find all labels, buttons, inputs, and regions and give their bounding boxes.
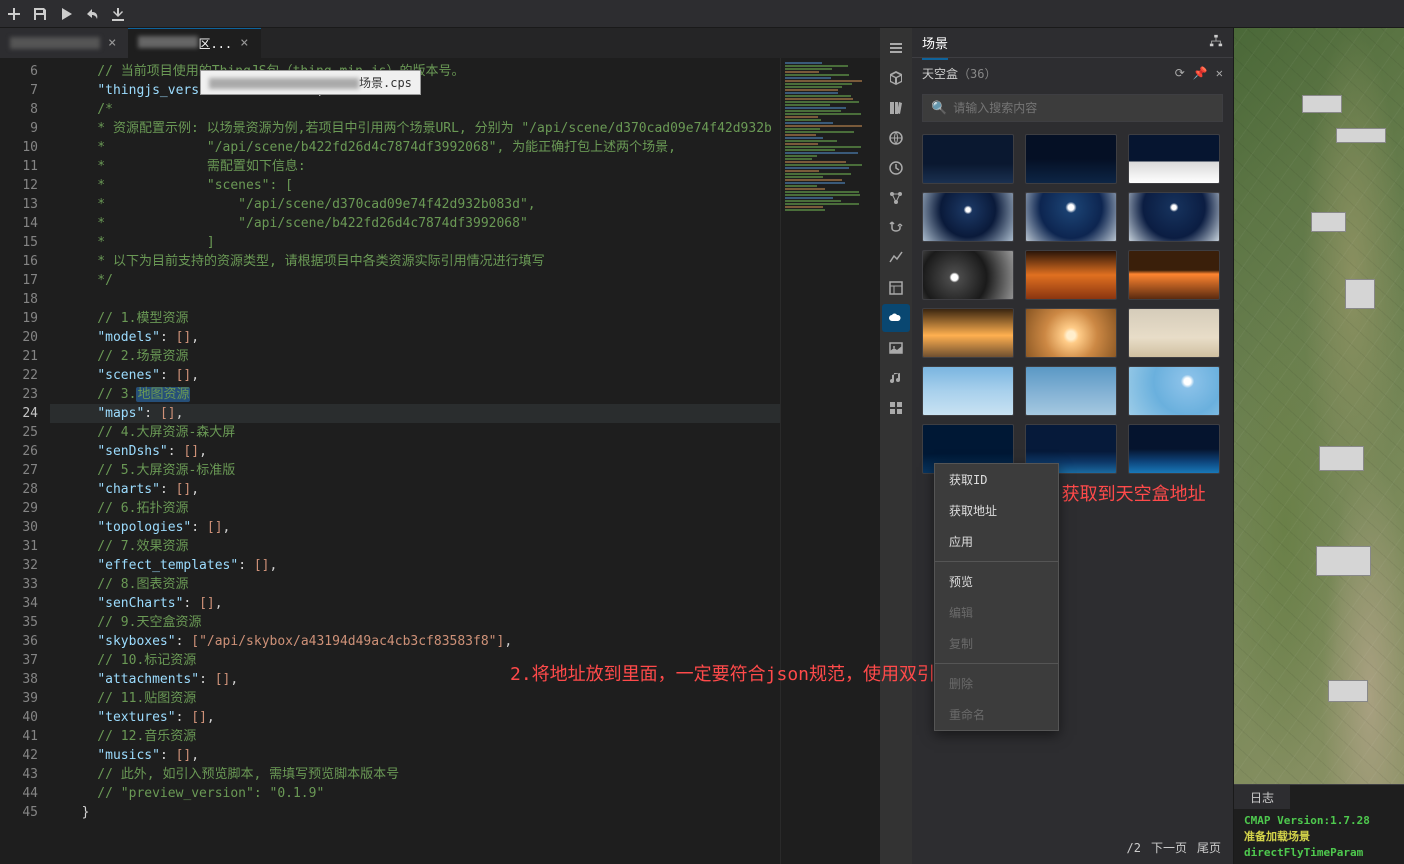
skybox-thumb[interactable]: [1128, 366, 1220, 416]
skybox-thumb[interactable]: [1025, 366, 1117, 416]
last-page[interactable]: 尾页: [1197, 839, 1221, 856]
chart-icon[interactable]: [882, 244, 910, 272]
skybox-thumb[interactable]: [1025, 134, 1117, 184]
editor-tabs: × 区... ×: [0, 28, 880, 58]
skybox-thumb[interactable]: [1025, 250, 1117, 300]
line-gutter: 6789101112131415161718192021222324252627…: [0, 58, 50, 864]
search-input[interactable]: [953, 101, 1214, 115]
section-header: 天空盒（36） ⟳ 📌 ✕: [912, 58, 1233, 88]
menu-copy: 复制: [935, 628, 1058, 659]
close-icon[interactable]: ×: [238, 35, 250, 51]
search-icon: 🔍: [931, 101, 947, 116]
next-page[interactable]: 下一页: [1151, 839, 1187, 856]
image-icon[interactable]: [882, 334, 910, 362]
code-editor[interactable]: // 当前项目使用的ThingJS包（thing.min.js）的版本号。 "t…: [50, 58, 780, 864]
save-icon[interactable]: [32, 6, 48, 22]
skybox-thumb[interactable]: [922, 366, 1014, 416]
editor-tab[interactable]: ×: [0, 28, 128, 58]
section-title: 天空盒（36）: [922, 65, 996, 82]
resource-icon-rail: [880, 28, 912, 864]
play-icon[interactable]: [58, 6, 74, 22]
close-icon[interactable]: ✕: [1216, 66, 1223, 80]
hierarchy-icon[interactable]: [1209, 34, 1223, 52]
music-icon[interactable]: [882, 364, 910, 392]
log-tabs: 日志: [1234, 785, 1404, 809]
menu-delete: 删除: [935, 668, 1058, 699]
download-icon[interactable]: [110, 6, 126, 22]
top-toolbar: [0, 0, 1404, 28]
share-icon[interactable]: [84, 6, 100, 22]
menu-apply[interactable]: 应用: [935, 526, 1058, 557]
skybox-thumb[interactable]: [922, 308, 1014, 358]
minimap[interactable]: [780, 58, 880, 864]
editor-tab[interactable]: 区... ×: [128, 28, 260, 58]
menu-get-id[interactable]: 获取ID: [935, 464, 1058, 495]
menu-rename: 重命名: [935, 699, 1058, 730]
context-menu: 获取ID 获取地址 应用 预览 编辑 复制 删除 重命名: [934, 463, 1059, 731]
skybox-thumb[interactable]: [1128, 424, 1220, 474]
log-panel: 日志 CMAP Version:1.7.28准备加载场景directFlyTim…: [1234, 784, 1404, 864]
tab-label: 区...: [138, 35, 232, 52]
skybox-thumb[interactable]: [1025, 192, 1117, 242]
skybox-thumb[interactable]: [1128, 308, 1220, 358]
menu-preview[interactable]: 预览: [935, 566, 1058, 597]
plus-icon[interactable]: [6, 6, 22, 22]
refresh-icon[interactable]: ⟳: [1175, 66, 1185, 80]
annotation-2: 2.将地址放到里面，一定要符合json规范，使用双引号: [510, 660, 953, 686]
settings-icon[interactable]: [882, 34, 910, 62]
skybox-thumb[interactable]: [922, 134, 1014, 184]
search-box[interactable]: 🔍: [922, 94, 1223, 122]
nodes-icon[interactable]: [882, 184, 910, 212]
library-icon[interactable]: [882, 94, 910, 122]
cloud-icon[interactable]: [882, 304, 910, 332]
menu-get-url[interactable]: 获取地址: [935, 495, 1058, 526]
cube-icon[interactable]: [882, 64, 910, 92]
panel-tab-scene[interactable]: 场景: [922, 33, 948, 60]
skybox-thumb[interactable]: [1128, 192, 1220, 242]
grid-icon[interactable]: [882, 394, 910, 422]
skybox-thumb[interactable]: [1128, 250, 1220, 300]
branch-icon[interactable]: [882, 214, 910, 242]
tab-tooltip: 场景.cps: [200, 70, 421, 95]
globe-icon[interactable]: [882, 124, 910, 152]
menu-edit: 编辑: [935, 597, 1058, 628]
panel-header: 场景: [912, 28, 1233, 58]
skybox-thumb[interactable]: [922, 250, 1014, 300]
skybox-thumb[interactable]: [1025, 308, 1117, 358]
pagination: /2 下一页 尾页: [912, 831, 1233, 864]
tab-label: [10, 37, 100, 49]
pin-icon[interactable]: 📌: [1193, 66, 1208, 80]
editor-area: × 区... × 场景.cps 678910111213141516171819…: [0, 28, 880, 864]
resource-panel: 场景 天空盒（36） ⟳ 📌 ✕ 🔍: [912, 28, 1234, 864]
page-indicator: /2: [1127, 841, 1141, 855]
layout-icon[interactable]: [882, 274, 910, 302]
log-body: CMAP Version:1.7.28准备加载场景directFlyTimePa…: [1234, 809, 1404, 864]
clock-icon[interactable]: [882, 154, 910, 182]
scene-preview[interactable]: 日志 CMAP Version:1.7.28准备加载场景directFlyTim…: [1234, 28, 1404, 864]
skybox-thumb[interactable]: [922, 192, 1014, 242]
close-icon[interactable]: ×: [106, 35, 118, 51]
annotation-1: 1.获取到天空盒地址: [1040, 480, 1206, 506]
skybox-thumb[interactable]: [1128, 134, 1220, 184]
log-tab[interactable]: 日志: [1234, 785, 1290, 809]
